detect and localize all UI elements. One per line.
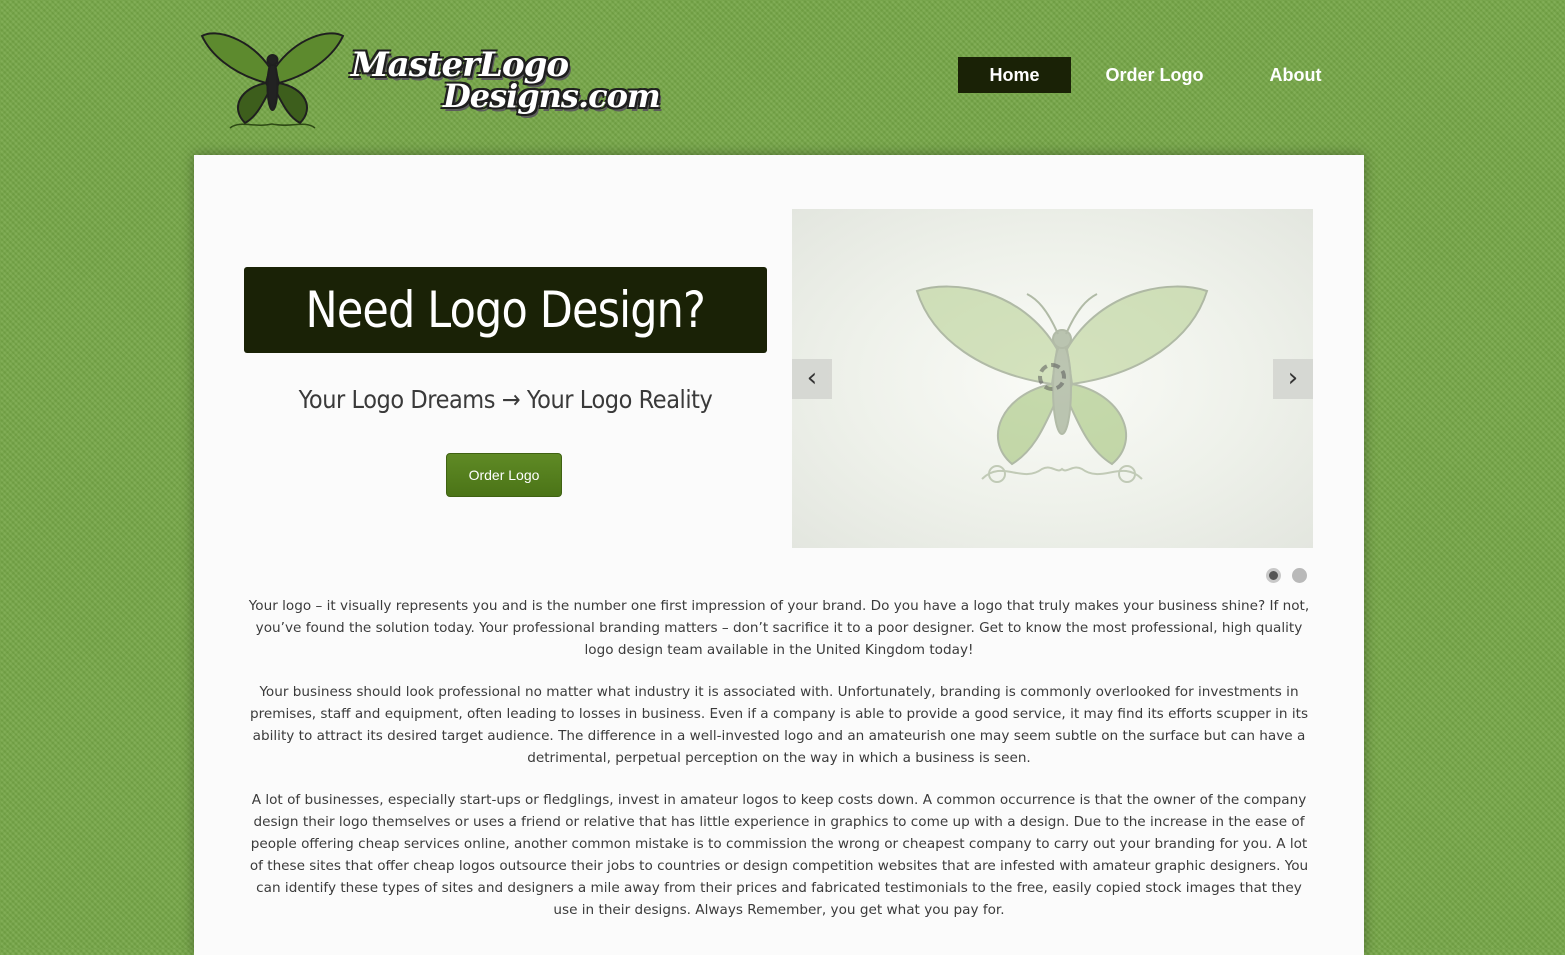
hero-tagline: Your Logo Dreams → Your Logo Reality [298,385,713,414]
hero-title-box: Need Logo Design? [244,267,767,353]
main-nav: Home Order Logo About [958,57,1353,93]
main-content-panel: Need Logo Design? Your Logo Dreams → You… [194,155,1364,955]
logo-wordmark: MasterLogo Designs.com [351,48,661,115]
slider-pagination [1266,568,1307,583]
loading-spinner-icon [1038,363,1066,391]
butterfly-slide-image [915,285,1209,483]
butterfly-logo-icon [200,32,345,129]
nav-order-logo[interactable]: Order Logo [1071,57,1238,93]
slider-next-button[interactable]: › [1273,359,1313,399]
order-logo-button[interactable]: Order Logo [446,453,562,497]
intro-paragraph: Your logo – it visually represents you a… [248,598,1310,658]
site-logo[interactable]: MasterLogo Designs.com [200,28,670,132]
logo-line-2: Designs.com [443,77,661,115]
image-slider: ‹ › [792,209,1313,548]
slider-prev-button[interactable]: ‹ [792,359,832,399]
nav-home[interactable]: Home [958,57,1071,93]
intro-text: Your logo – it visually represents you a… [244,595,1314,941]
nav-about[interactable]: About [1238,57,1353,93]
intro-paragraph: Your business should look professional n… [249,684,1309,766]
slider-dot-1[interactable] [1266,568,1281,583]
site-header: MasterLogo Designs.com Home Order Logo A… [0,0,1565,155]
slider-dot-2[interactable] [1292,568,1307,583]
intro-paragraph: A lot of businesses, especially start-up… [249,792,1309,918]
hero-title: Need Logo Design? [305,281,706,339]
